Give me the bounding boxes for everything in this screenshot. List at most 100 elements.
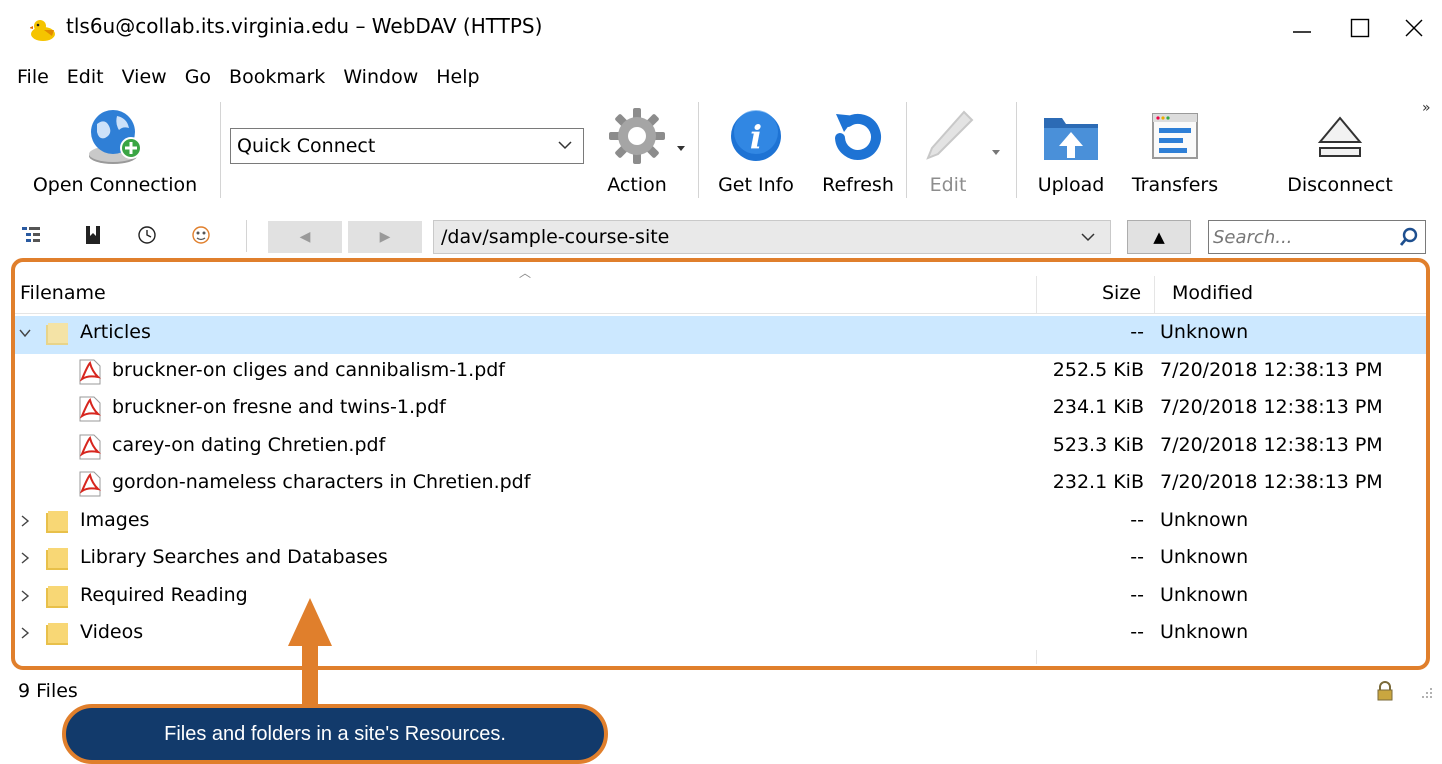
toolbar-overflow-icon[interactable]: » — [1422, 100, 1431, 116]
pdf-icon — [79, 434, 102, 459]
bonjour-button[interactable] — [186, 220, 216, 250]
status-text: 9 Files — [18, 680, 78, 702]
file-modified: 7/20/2018 12:38:13 PM — [1160, 396, 1383, 418]
file-size: -- — [1130, 508, 1144, 531]
folder-icon — [46, 585, 68, 608]
search-input[interactable] — [1213, 225, 1393, 249]
file-size: 523.3 KiB — [1052, 433, 1144, 456]
maximize-icon — [1350, 18, 1370, 38]
file-name: carey-on dating Chretien.pdf — [112, 433, 386, 456]
quick-connect-select[interactable]: Quick Connect — [230, 128, 584, 164]
chevron-down-icon[interactable] — [18, 326, 32, 340]
chevron-right-icon[interactable] — [18, 514, 32, 528]
chevron-right-icon[interactable] — [18, 626, 32, 640]
file-modified: 7/20/2018 12:38:13 PM — [1160, 471, 1383, 493]
search-field[interactable] — [1208, 220, 1426, 254]
transfers-label: Transfers — [1131, 174, 1219, 196]
column-modified[interactable]: Modified — [1172, 282, 1253, 304]
get-info-label: Get Info — [718, 174, 794, 196]
chevron-right-icon[interactable] — [18, 551, 32, 565]
menu-file[interactable]: File — [0, 62, 58, 92]
gear-icon — [609, 108, 665, 164]
search-icon[interactable] — [1399, 227, 1419, 247]
quick-connect-value: Quick Connect — [237, 135, 376, 157]
eject-icon — [1317, 116, 1363, 157]
column-size[interactable]: Size — [1102, 282, 1141, 304]
file-size: -- — [1130, 321, 1144, 343]
file-row[interactable]: carey-on dating Chretien.pdf 523.3 KiB 7… — [14, 429, 1426, 467]
file-row[interactable]: bruckner-on fresne and twins-1.pdf 234.1… — [14, 391, 1426, 429]
file-row[interactable]: Articles -- Unknown — [14, 316, 1426, 354]
file-row[interactable]: Library Searches and Databases -- Unknow… — [14, 541, 1426, 579]
forward-button[interactable]: ▶ — [348, 221, 422, 253]
edit-label: Edit — [929, 174, 967, 196]
refresh-label: Refresh — [822, 174, 894, 196]
menu-view[interactable]: View — [113, 62, 176, 92]
pdf-icon — [79, 359, 102, 384]
back-button[interactable]: ◀ — [268, 221, 342, 253]
column-divider[interactable] — [1154, 276, 1155, 314]
file-row[interactable]: Required Reading -- Unknown — [14, 579, 1426, 617]
file-size: 232.1 KiB — [1052, 471, 1144, 493]
disconnect-button[interactable]: Disconnect — [1278, 96, 1402, 204]
transfers-button[interactable]: Transfers — [1122, 96, 1228, 204]
refresh-icon — [835, 114, 881, 160]
file-modified: 7/20/2018 12:38:13 PM — [1160, 358, 1383, 381]
column-divider[interactable] — [1036, 276, 1037, 314]
menu-help[interactable]: Help — [427, 62, 488, 92]
column-filename[interactable]: Filename — [20, 282, 106, 304]
toolbar-separator — [906, 102, 907, 198]
file-name: Articles — [80, 321, 151, 343]
toolbar-separator — [220, 102, 221, 198]
open-connection-label: Open Connection — [32, 174, 198, 196]
edit-button[interactable]: Edit — [910, 96, 986, 204]
folder-icon — [46, 510, 68, 533]
callout-annotation: Files and folders in a site's Resources. — [62, 704, 608, 764]
file-size: 252.5 KiB — [1052, 358, 1144, 381]
refresh-button[interactable]: Refresh — [810, 96, 906, 204]
file-row[interactable]: gordon-nameless characters in Chretien.p… — [14, 466, 1426, 504]
action-dropdown-caret[interactable] — [677, 146, 685, 151]
close-button[interactable] — [1384, 6, 1442, 50]
file-name: Videos — [80, 621, 144, 643]
navigation-separator — [246, 220, 247, 252]
path-select[interactable]: /dav/sample-course-site — [433, 220, 1111, 254]
chevron-right-icon[interactable] — [18, 589, 32, 603]
history-button[interactable] — [132, 220, 162, 250]
menu-window[interactable]: Window — [334, 62, 427, 92]
file-row[interactable]: Images -- Unknown — [14, 504, 1426, 542]
maximize-button[interactable] — [1330, 6, 1390, 50]
menu-go[interactable]: Go — [176, 62, 220, 92]
upload-folder-icon — [1044, 118, 1098, 160]
action-button[interactable]: Action — [596, 96, 678, 204]
navigation-bar: ◀ ▶ /dav/sample-course-site ▲ — [0, 210, 1442, 260]
open-connection-button[interactable]: Open Connection — [22, 96, 208, 204]
file-name: Images — [80, 508, 150, 531]
file-modified: 7/20/2018 12:38:13 PM — [1160, 433, 1383, 456]
title-bar: tls6u@collab.its.virginia.edu – WebDAV (… — [0, 0, 1442, 60]
file-row[interactable]: Videos -- Unknown — [14, 616, 1426, 654]
callout-text: Files and folders in a site's Resources. — [164, 722, 506, 745]
browser-view-button[interactable] — [16, 220, 46, 250]
upload-button[interactable]: Upload — [1026, 96, 1116, 204]
pencil-icon — [926, 110, 974, 160]
upload-label: Upload — [1037, 174, 1105, 196]
menu-edit[interactable]: Edit — [58, 62, 113, 92]
edit-dropdown-caret[interactable] — [992, 150, 1000, 155]
history-icon — [138, 226, 156, 244]
bookmarks-button[interactable] — [78, 220, 108, 250]
menu-bookmark[interactable]: Bookmark — [220, 62, 334, 92]
file-row[interactable]: bruckner-on cliges and cannibalism-1.pdf… — [14, 354, 1426, 392]
parent-folder-icon: ▲ — [1153, 228, 1165, 246]
get-info-button[interactable]: i Get Info — [708, 96, 804, 204]
column-divider — [1036, 650, 1037, 664]
folder-icon — [46, 323, 68, 345]
cyberduck-icon — [30, 20, 55, 41]
file-name: bruckner-on cliges and cannibalism-1.pdf — [112, 358, 505, 381]
column-header: Filename Size Modified — [14, 276, 1426, 314]
toolbar: Open Connection Quick Connect Action i G… — [0, 96, 1442, 206]
parent-folder-button[interactable]: ▲ — [1127, 220, 1191, 254]
info-icon: i — [731, 110, 781, 161]
resize-grip-icon[interactable] — [1420, 686, 1434, 700]
minimize-button[interactable] — [1272, 6, 1332, 50]
